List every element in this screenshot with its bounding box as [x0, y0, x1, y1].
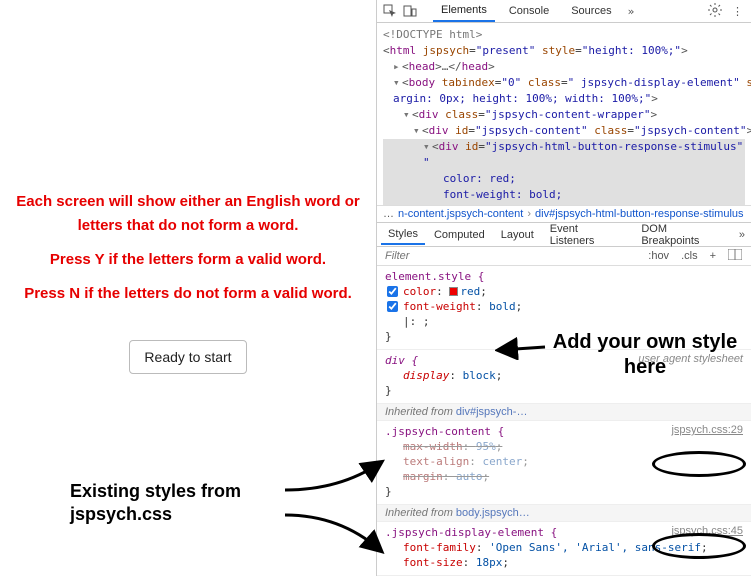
styles-filter-input[interactable] — [383, 249, 530, 263]
breadcrumb-item[interactable]: div#jspsych-html-button-response-stimulu… — [535, 208, 743, 220]
tab-layout[interactable]: Layout — [494, 226, 541, 244]
css-rule-jspsych-content[interactable]: jspsych.css:29 .jspsych-content { max-wi… — [377, 421, 751, 505]
computed-toggle-icon[interactable] — [725, 249, 745, 263]
gear-icon[interactable] — [706, 3, 724, 20]
new-rule-plus-icon[interactable]: + — [707, 250, 719, 262]
new-style-caret[interactable]: |: ; — [385, 314, 743, 329]
styles-filter-row: :hov .cls + — [377, 247, 751, 266]
tab-console[interactable]: Console — [501, 1, 557, 21]
dom-selected-node[interactable]: <div id="jspsych-html-button-response-st… — [383, 139, 745, 155]
inherited-from-label: Inherited from div#jspsych-… — [377, 404, 751, 421]
cls-toggle[interactable]: .cls — [678, 250, 701, 262]
stylesheet-link[interactable]: jspsych.css:45 — [671, 524, 743, 539]
instruction-line-2: Press Y if the letters form a valid word… — [10, 248, 366, 272]
ua-stylesheet-label: user agent stylesheet — [638, 352, 743, 367]
instruction-line-1: Each screen will show either an English … — [10, 190, 366, 238]
style-enable-checkbox[interactable] — [387, 286, 398, 297]
tab-styles[interactable]: Styles — [381, 225, 425, 245]
experiment-pane: Each screen will show either an English … — [0, 0, 376, 576]
tab-computed[interactable]: Computed — [427, 226, 492, 244]
device-toolbar-icon[interactable] — [403, 4, 417, 18]
instruction-line-3: Press N if the letters do not form a val… — [10, 282, 366, 306]
dom-doctype: <!DOCTYPE html> — [383, 27, 745, 43]
dom-tree[interactable]: <!DOCTYPE html> <html jspsych="present" … — [377, 23, 751, 206]
css-rule-display-element[interactable]: jspsych.css:45 .jspsych-display-element … — [377, 522, 751, 576]
breadcrumb-item[interactable]: n-content.jspsych-content — [398, 208, 523, 220]
styles-tabs: Styles Computed Layout Event Listeners D… — [377, 223, 751, 247]
more-styles-tabs-icon[interactable]: » — [737, 229, 747, 241]
instructions-block: Each screen will show either an English … — [10, 180, 366, 316]
tab-elements[interactable]: Elements — [433, 0, 495, 22]
tab-sources[interactable]: Sources — [563, 1, 619, 21]
stylesheet-link[interactable]: jspsych.css:29 — [671, 423, 743, 438]
more-tabs-icon[interactable]: » — [626, 5, 637, 18]
tab-event-listeners[interactable]: Event Listeners — [543, 220, 633, 250]
breadcrumb-dots: … — [383, 208, 394, 220]
devtools-topbar: Elements Console Sources » ⋮ — [377, 0, 751, 23]
inherited-from-label: Inherited from body.jspsych… — [377, 505, 751, 522]
ready-button[interactable]: Ready to start — [129, 340, 246, 374]
css-rule-element-style[interactable]: element.style { color: red; font-weight:… — [377, 266, 751, 350]
style-enable-checkbox[interactable] — [387, 301, 398, 312]
kebab-menu-icon[interactable]: ⋮ — [730, 5, 745, 18]
hov-toggle[interactable]: :hov — [645, 250, 672, 262]
page-root: Each screen will show either an English … — [0, 0, 751, 576]
devtools-panel: Elements Console Sources » ⋮ <!DOCTYPE h… — [376, 0, 751, 576]
color-swatch-icon[interactable] — [449, 287, 458, 296]
inspect-icon[interactable] — [383, 4, 397, 18]
css-rule-div-ua[interactable]: user agent stylesheet div { display: blo… — [377, 350, 751, 404]
tab-dom-breakpoints[interactable]: DOM Breakpoints — [634, 220, 735, 250]
